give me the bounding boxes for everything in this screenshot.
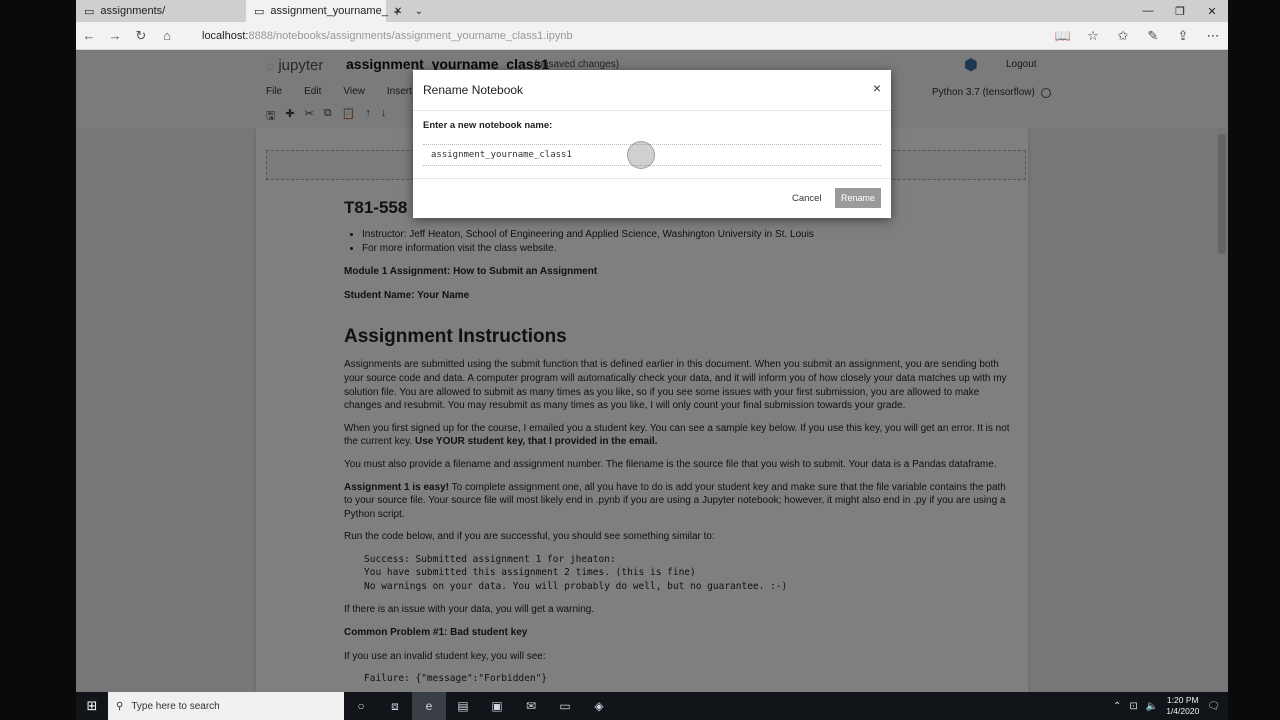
pen-icon[interactable]: ✎ (1138, 28, 1168, 44)
file-explorer-icon[interactable]: ▤ (446, 699, 480, 713)
search-placeholder: Type here to search (131, 700, 220, 712)
window-controls: — ❐ ✕ (1132, 5, 1228, 18)
forward-icon[interactable]: → (102, 28, 128, 43)
browser-tabstrip: ▭ assignments/ ▭ assignment_yourname_ ✕ … (76, 0, 1228, 22)
tab-assignments[interactable]: ▭ assignments/ (76, 0, 246, 22)
store-icon[interactable]: ▣ (480, 699, 514, 713)
new-tab-button[interactable]: + (386, 4, 408, 19)
notebook-name-label: Enter a new notebook name: (423, 120, 553, 131)
clock[interactable]: 1:20 PM 1/4/2020 (1166, 695, 1199, 717)
windows-taskbar: ⊞ ⚲ Type here to search ○ ⧈ e ▤ ▣ ✉ ▭ ◈ … (76, 692, 1228, 720)
close-icon[interactable]: × (873, 80, 881, 96)
tab-page-icon: ▭ (254, 5, 265, 18)
cortana-icon[interactable]: ○ (344, 699, 378, 713)
reading-view-icon[interactable]: 📖 (1048, 28, 1078, 44)
favorite-star-icon[interactable]: ☆ (1078, 28, 1108, 44)
rename-button[interactable]: Rename (835, 188, 881, 208)
share-icon[interactable]: ⇪ (1168, 28, 1198, 44)
tab-menu-button[interactable]: ⌄ (408, 6, 430, 17)
search-icon: ⚲ (116, 700, 124, 712)
dialog-divider (413, 110, 891, 111)
task-view-icon[interactable]: ⧈ (378, 699, 412, 714)
mail-icon[interactable]: ✉ (514, 699, 548, 713)
app-icon[interactable]: ◈ (582, 699, 616, 713)
tab-page-icon: ▭ (84, 5, 95, 18)
minimize-icon[interactable]: — (1132, 5, 1164, 18)
url-host: localhost: (202, 29, 249, 42)
url-field[interactable]: localhost:8888/notebooks/assignments/ass… (202, 30, 1048, 42)
dialog-title: Rename Notebook (423, 83, 524, 97)
refresh-icon[interactable]: ↻ (128, 28, 154, 44)
home-icon[interactable]: ⌂ (154, 28, 180, 43)
system-tray: ⌃ ⊡ 🔈 1:20 PM 1/4/2020 🗨 (1113, 695, 1228, 717)
terminal-icon[interactable]: ▭ (548, 699, 582, 713)
tab-notebook[interactable]: ▭ assignment_yourname_ ✕ (246, 0, 402, 22)
clock-date: 1/4/2020 (1166, 706, 1200, 716)
edge-browser-icon[interactable]: e (412, 692, 446, 720)
windows-start-icon[interactable]: ⊞ (76, 698, 108, 714)
dialog-divider (413, 178, 891, 179)
taskbar-search[interactable]: ⚲ Type here to search (108, 692, 344, 720)
notifications-icon[interactable]: 🗨 (1207, 701, 1220, 712)
cancel-button[interactable]: Cancel (786, 189, 828, 208)
volume-icon[interactable]: 🔈 (1146, 701, 1158, 712)
address-bar: ← → ↻ ⌂ localhost:8888/notebooks/assignm… (76, 22, 1228, 50)
url-path: 8888/notebooks/assignments/assignment_yo… (248, 29, 573, 42)
close-window-icon[interactable]: ✕ (1196, 5, 1228, 18)
favorites-list-icon[interactable]: ✩ (1108, 28, 1138, 44)
more-icon[interactable]: ⋯ (1198, 28, 1228, 44)
tab-title: assignments/ (100, 5, 166, 17)
tab-title: assignment_yourname_ (270, 5, 388, 17)
tray-chevron-icon[interactable]: ⌃ (1113, 701, 1121, 712)
screen: ▭ assignments/ ▭ assignment_yourname_ ✕ … (76, 0, 1228, 720)
mouse-cursor-highlight (627, 141, 655, 169)
back-icon[interactable]: ← (76, 28, 102, 43)
clock-time: 1:20 PM (1166, 695, 1199, 705)
restore-icon[interactable]: ❐ (1164, 5, 1196, 18)
rename-dialog: Rename Notebook × Enter a new notebook n… (413, 70, 891, 218)
network-icon[interactable]: ⊡ (1129, 701, 1137, 712)
